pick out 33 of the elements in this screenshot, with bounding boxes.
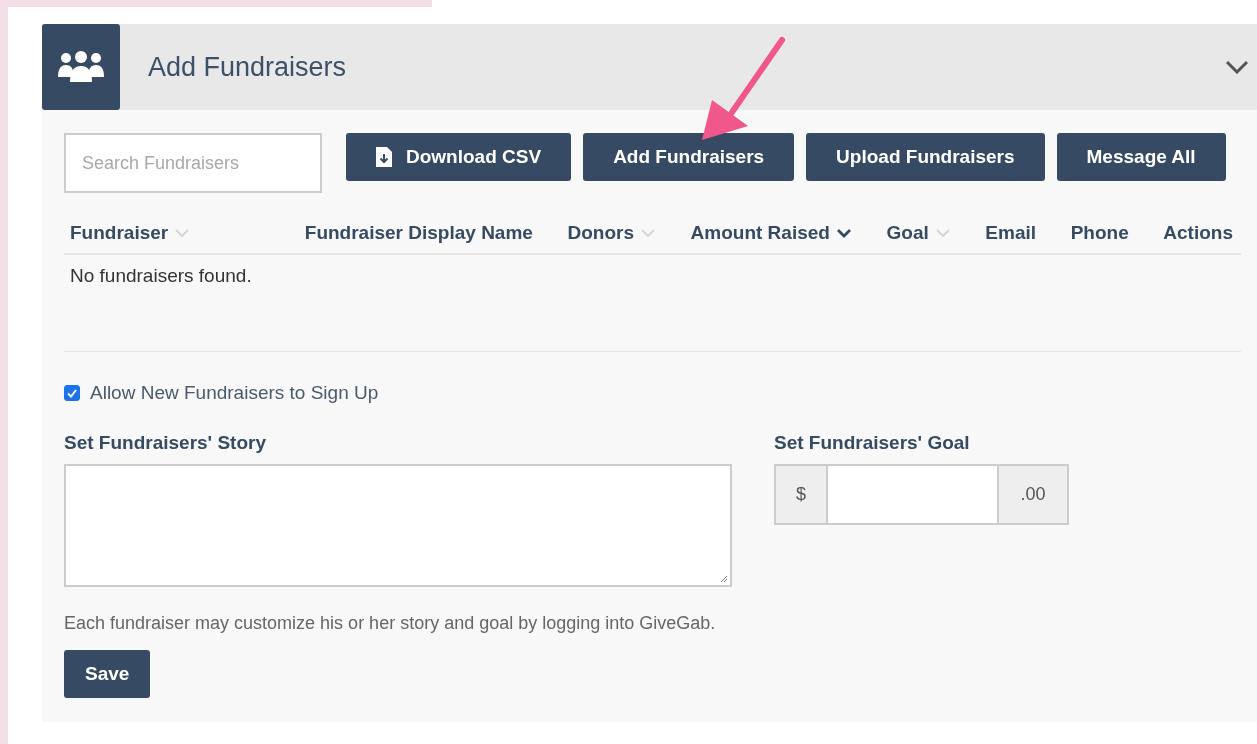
people-group-icon <box>57 51 105 83</box>
search-field[interactable]: Search Fundraisers <box>64 133 322 193</box>
sort-caret-icon <box>835 228 852 238</box>
save-button[interactable]: Save <box>64 650 151 698</box>
panel-title: Add Fundraisers <box>148 51 348 83</box>
currency-prefix: $ <box>776 466 828 523</box>
signup-label: Allow New Fundraisers to Sign Up <box>90 382 379 404</box>
toolbar-button[interactable]: Download CSV <box>346 133 572 181</box>
cents-suffix: .00 <box>999 466 1067 523</box>
sort-caret-icon <box>640 228 656 238</box>
help-text: Each fundraiser may customize his or her story and goal by logging into GiveGab. <box>64 613 717 634</box>
signup-checkbox[interactable] <box>64 385 80 401</box>
column-header[interactable]: Goal <box>886 222 951 244</box>
column-header[interactable]: Phone <box>1070 222 1129 244</box>
toolbar-button[interactable]: Message All <box>1056 133 1226 181</box>
goal-label: Set Fundraisers' Goal <box>774 432 971 454</box>
chevron-down-icon[interactable] <box>1225 60 1249 74</box>
column-header[interactable]: Actions <box>1163 222 1233 244</box>
goal-input-field[interactable] <box>828 466 999 523</box>
sort-caret-icon <box>174 228 191 238</box>
column-header[interactable]: Fundraiser Display Name <box>304 222 533 244</box>
resize-grip-icon[interactable] <box>718 573 728 583</box>
column-header[interactable]: Amount Raised <box>690 222 852 244</box>
empty-message: No fundraisers found. <box>69 264 253 288</box>
file-download-icon <box>376 147 392 167</box>
column-header[interactable]: Fundraiser <box>70 222 191 244</box>
column-header[interactable]: Email <box>985 222 1037 244</box>
toolbar-button[interactable]: Add Fundraisers <box>583 133 795 181</box>
sort-caret-icon <box>934 228 951 238</box>
toolbar-button[interactable]: Upload Fundraisers <box>806 133 1045 181</box>
panel-header[interactable]: Add Fundraisers <box>42 24 1257 110</box>
column-header[interactable]: Donors <box>567 222 656 244</box>
story-label: Set Fundraisers' Story <box>64 432 267 454</box>
